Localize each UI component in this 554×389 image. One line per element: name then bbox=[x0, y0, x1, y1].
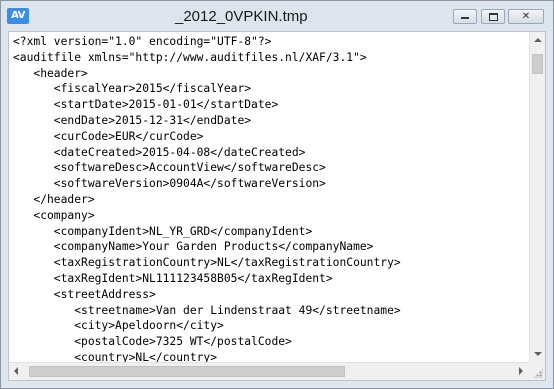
minimize-icon bbox=[454, 10, 476, 23]
arrow-down-icon[interactable] bbox=[530, 346, 545, 362]
text-line: <startDate>2015-01-01</startDate> bbox=[13, 98, 279, 112]
editor-pane: <?xml version="1.0" encoding="UTF-8"?> <a… bbox=[8, 31, 546, 381]
arrow-up-icon[interactable] bbox=[530, 32, 545, 48]
horizontal-scroll-thumb[interactable] bbox=[29, 366, 345, 377]
maximize-icon bbox=[482, 10, 504, 23]
av-app-icon[interactable]: AV bbox=[7, 8, 29, 24]
scrollbar-corner bbox=[529, 362, 545, 380]
text-line: <header> bbox=[13, 66, 88, 80]
text-line: <softwareDesc>AccountView</softwareDesc> bbox=[13, 161, 326, 175]
text-line: <curCode>EUR</curCode> bbox=[13, 129, 204, 143]
text-viewer-window: AV _2012_0VPKIN.tmp ✕ <?xml version="1.0… bbox=[0, 0, 554, 389]
text-line: <taxRegIdent>NL111123458B05</taxRegIdent… bbox=[13, 271, 333, 285]
text-line: <endDate>2015-12-31</endDate> bbox=[13, 113, 252, 127]
maximize-button[interactable] bbox=[481, 9, 505, 24]
arrow-right-icon[interactable] bbox=[513, 363, 529, 380]
text-line: <?xml version="1.0" encoding="UTF-8"?> bbox=[13, 35, 272, 48]
text-line: <streetname>Van der Lindenstraat 49</str… bbox=[13, 303, 401, 317]
text-line: <streetAddress> bbox=[13, 287, 156, 301]
resize-grip-icon[interactable] bbox=[533, 368, 543, 378]
text-line: <city>Apeldoorn</city> bbox=[13, 319, 224, 333]
text-line: <country>NL</country> bbox=[13, 350, 218, 362]
text-content[interactable]: <?xml version="1.0" encoding="UTF-8"?> <a… bbox=[9, 32, 529, 362]
arrow-left-icon[interactable] bbox=[9, 363, 25, 380]
vertical-scrollbar[interactable] bbox=[529, 32, 545, 362]
text-line: <dateCreated>2015-04-08</dateCreated> bbox=[13, 145, 306, 159]
horizontal-scrollbar[interactable] bbox=[9, 362, 529, 380]
text-line: <companyName>Your Garden Products</compa… bbox=[13, 240, 374, 254]
text-line: <taxRegistrationCountry>NL</taxRegistrat… bbox=[13, 256, 401, 270]
text-line: <company> bbox=[13, 208, 95, 222]
text-line: </header> bbox=[13, 192, 95, 206]
close-button[interactable]: ✕ bbox=[508, 9, 544, 24]
title-bar[interactable]: AV _2012_0VPKIN.tmp ✕ bbox=[1, 1, 553, 31]
vertical-scroll-thumb[interactable] bbox=[532, 54, 543, 74]
window-title: _2012_0VPKIN.tmp bbox=[175, 8, 308, 25]
text-line: <companyIdent>NL_YR_GRD</companyIdent> bbox=[13, 224, 313, 238]
text-line: <softwareVersion>0904A</softwareVersion> bbox=[13, 177, 326, 191]
minimize-button[interactable] bbox=[453, 9, 477, 24]
text-line: <postalCode>7325 WT</postalCode> bbox=[13, 335, 292, 349]
close-icon: ✕ bbox=[521, 11, 531, 22]
text-line: <fiscalYear>2015</fiscalYear> bbox=[13, 82, 252, 96]
text-line: <auditfile xmlns="http://www.auditfiles.… bbox=[13, 50, 367, 64]
